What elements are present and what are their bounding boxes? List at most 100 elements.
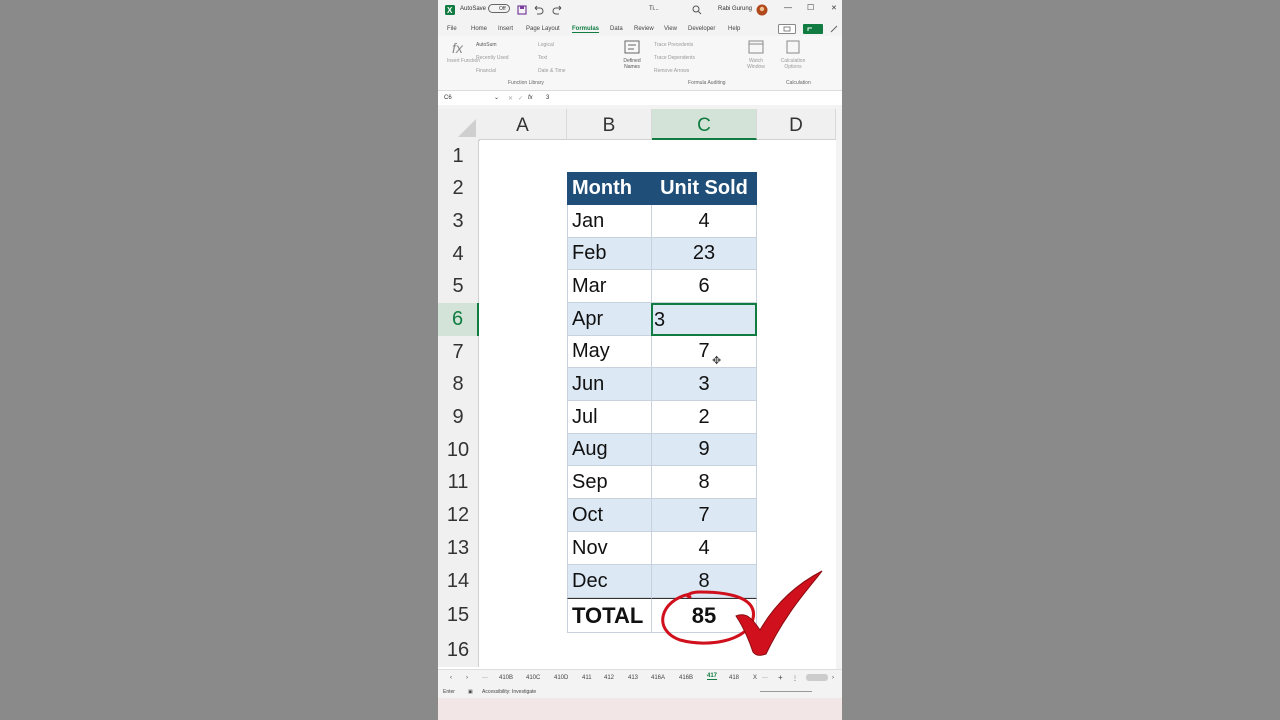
tab-file[interactable]: File xyxy=(447,26,457,32)
row-header-5[interactable]: 5 xyxy=(438,270,479,303)
month-cell[interactable]: Apr xyxy=(567,303,652,336)
macro-record-icon[interactable]: ▣ xyxy=(468,689,473,695)
tab-review[interactable]: Review xyxy=(634,26,654,32)
units-cell[interactable]: 9 xyxy=(652,434,757,466)
text-button[interactable]: Text xyxy=(538,55,547,61)
calculation-options-button[interactable]: Calculation Options xyxy=(778,58,808,70)
defined-names-button[interactable]: Defined Names xyxy=(620,58,644,70)
active-cell-c6[interactable]: 3 xyxy=(651,303,757,336)
row-header-16[interactable]: 16 xyxy=(438,633,479,667)
close-button[interactable]: ✕ xyxy=(831,4,837,12)
tab-data[interactable]: Data xyxy=(610,26,623,32)
maximize-button[interactable]: ☐ xyxy=(807,3,814,12)
units-cell[interactable]: 7 xyxy=(652,499,757,532)
units-cell[interactable]: 23 xyxy=(652,238,757,270)
name-box[interactable]: C6 xyxy=(444,95,452,101)
edit-icon[interactable] xyxy=(829,24,839,34)
recently-used-button[interactable]: Recently Used xyxy=(476,55,509,61)
table-header-month[interactable]: Month xyxy=(567,172,652,205)
insert-function-icon[interactable]: fx xyxy=(528,95,533,101)
column-header-d[interactable]: D xyxy=(757,109,836,140)
units-cell[interactable]: 2 xyxy=(652,401,757,434)
accessibility-status[interactable]: Accessibility: Investigate xyxy=(482,689,536,695)
table-header-units[interactable]: Unit Sold xyxy=(652,172,757,205)
sheet-tab[interactable]: 416A xyxy=(651,675,665,681)
month-cell[interactable]: Mar xyxy=(567,270,652,303)
column-header-c[interactable]: C xyxy=(652,109,757,140)
month-cell[interactable]: Dec xyxy=(567,565,652,598)
sheet-tab[interactable]: 418 xyxy=(729,675,739,681)
month-cell[interactable]: Aug xyxy=(567,434,652,466)
remove-arrows-button[interactable]: Remove Arrows xyxy=(654,68,689,74)
tab-home[interactable]: Home xyxy=(471,26,487,32)
more-sheets-icon[interactable]: ··· xyxy=(762,675,768,681)
row-header-1[interactable]: 1 xyxy=(438,140,479,172)
sheet-tab[interactable]: 413 xyxy=(628,675,638,681)
row-header-6[interactable]: 6 xyxy=(438,303,479,336)
cancel-icon[interactable]: ✕ xyxy=(508,95,513,102)
tab-formulas[interactable]: Formulas xyxy=(572,26,600,33)
row-header-9[interactable]: 9 xyxy=(438,401,479,434)
zoom-slider[interactable] xyxy=(760,691,812,692)
tab-help[interactable]: Help xyxy=(728,26,740,32)
column-header-a[interactable]: A xyxy=(479,109,567,140)
month-cell[interactable]: Jun xyxy=(567,368,652,401)
total-label[interactable]: TOTAL xyxy=(567,598,652,633)
vertical-scrollbar[interactable] xyxy=(836,109,842,669)
tab-developer[interactable]: Developer xyxy=(688,26,715,32)
total-value[interactable]: 85 xyxy=(652,598,757,633)
sheet-tab[interactable]: 412 xyxy=(604,675,614,681)
financial-button[interactable]: Financial xyxy=(476,68,496,74)
tab-insert[interactable]: Insert xyxy=(498,26,513,32)
horizontal-scrollbar[interactable] xyxy=(806,674,828,681)
row-header-7[interactable]: 7 xyxy=(438,336,479,368)
tab-view[interactable]: View xyxy=(664,26,677,32)
sheet-tab[interactable]: 410C xyxy=(526,675,540,681)
avatar[interactable] xyxy=(756,4,768,16)
units-cell[interactable]: 7 xyxy=(652,336,757,368)
date-time-button[interactable]: Date & Time xyxy=(538,68,566,74)
month-cell[interactable]: Feb xyxy=(567,238,652,270)
month-cell[interactable]: May xyxy=(567,336,652,368)
units-cell[interactable]: 4 xyxy=(652,205,757,238)
sheet-tab[interactable]: 410B xyxy=(499,675,513,681)
row-header-12[interactable]: 12 xyxy=(438,499,479,532)
month-cell[interactable]: Oct xyxy=(567,499,652,532)
row-header-8[interactable]: 8 xyxy=(438,368,479,401)
undo-icon[interactable] xyxy=(532,4,544,16)
month-cell[interactable]: Jan xyxy=(567,205,652,238)
units-cell[interactable]: 8 xyxy=(652,565,757,598)
units-cell[interactable]: 4 xyxy=(652,532,757,565)
share-button[interactable] xyxy=(803,24,823,34)
enter-icon[interactable]: ✓ xyxy=(518,95,523,102)
autosum-button[interactable]: AutoSum xyxy=(476,42,497,48)
month-cell[interactable]: Sep xyxy=(567,466,652,499)
trace-dependents-button[interactable]: Trace Dependents xyxy=(654,55,695,61)
month-cell[interactable]: Jul xyxy=(567,401,652,434)
row-header-3[interactable]: 3 xyxy=(438,205,479,238)
sheet-tab-active[interactable]: 417 xyxy=(707,673,718,680)
select-all-button[interactable] xyxy=(438,109,480,141)
row-header-15[interactable]: 15 xyxy=(438,598,479,633)
row-header-4[interactable]: 4 xyxy=(438,238,479,270)
search-icon[interactable] xyxy=(691,4,703,16)
chevron-down-icon[interactable]: ⌄ xyxy=(494,94,499,101)
add-sheet-button[interactable]: + xyxy=(778,673,783,682)
row-header-2[interactable]: 2 xyxy=(438,172,479,205)
worksheet-grid[interactable]: A B C D 1 2 3 4 5 6 7 8 9 10 11 12 13 14 15 16 Month Un… xyxy=(438,109,836,669)
sheet-tab[interactable]: 416B xyxy=(679,675,693,681)
column-header-b[interactable]: B xyxy=(567,109,652,140)
row-header-13[interactable]: 13 xyxy=(438,532,479,565)
comments-icon[interactable] xyxy=(778,24,796,34)
units-cell[interactable]: 8 xyxy=(652,466,757,499)
row-header-11[interactable]: 11 xyxy=(438,466,479,499)
redo-icon[interactable] xyxy=(552,4,564,16)
month-cell[interactable]: Nov xyxy=(567,532,652,565)
logical-button[interactable]: Logical xyxy=(538,42,554,48)
trace-precedents-button[interactable]: Trace Precedents xyxy=(654,42,693,48)
more-sheets-icon[interactable]: ⋮ xyxy=(792,675,798,682)
tab-page-layout[interactable]: Page Layout xyxy=(526,26,560,32)
sheet-tab[interactable]: 410D xyxy=(554,675,568,681)
sheet-tab[interactable]: X xyxy=(753,675,757,681)
units-cell[interactable]: 6 xyxy=(652,270,757,303)
